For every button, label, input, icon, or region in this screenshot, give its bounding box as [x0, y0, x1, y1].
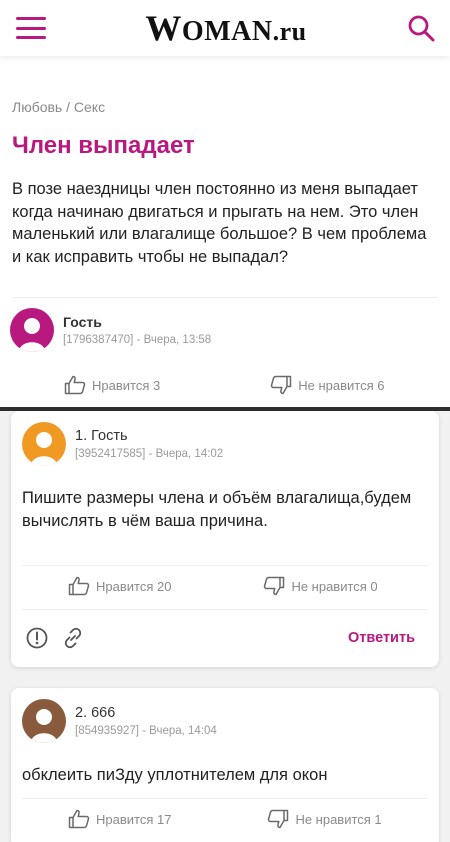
user-silhouette-icon — [22, 699, 66, 743]
divider — [12, 297, 438, 298]
dislike-count: Не нравится 1 — [295, 811, 382, 827]
comment-card: 1. Гость [3952417585] - Вчера, 14:02 Пиш… — [11, 411, 439, 667]
author-name[interactable]: 2. 666 — [75, 705, 217, 721]
thumbs-up-icon — [64, 375, 86, 395]
comment-text: обклеить пиЗду уплотнителем для окон — [22, 766, 328, 784]
link-icon[interactable] — [61, 626, 85, 650]
author-name[interactable]: 1. Гость — [75, 428, 223, 444]
topic-question: В позе наездницы член постоянно из меня … — [12, 180, 427, 266]
comment-text: Пишите размеры члена и объём влагалища,б… — [22, 489, 412, 530]
search-icon[interactable] — [406, 13, 436, 43]
topic-author: Гость [1796387470] - Вчера, 13:58 — [10, 308, 211, 352]
dislike-count: Не нравится 6 — [298, 377, 385, 393]
thumbs-up-icon — [68, 576, 90, 596]
comment-author: 1. Гость [3952417585] - Вчера, 14:02 — [22, 422, 223, 466]
warning-icon[interactable] — [25, 626, 49, 650]
comment-card: 2. 666 [854935927] - Вчера, 14:04 обклеи… — [11, 688, 439, 842]
app-header: WOMAN.ru — [0, 0, 450, 56]
page-title: Член выпадает — [12, 132, 195, 159]
breadcrumb[interactable]: Любовь / Секс — [12, 99, 105, 115]
thumbs-down-icon — [270, 375, 292, 395]
author-meta: [1796387470] - Вчера, 13:58 — [63, 334, 212, 346]
divider — [22, 609, 428, 610]
divider — [22, 798, 428, 799]
comment-votes: Нравится 17 Не нравится 1 — [68, 809, 382, 829]
burger-menu-icon[interactable] — [16, 17, 46, 39]
reply-button[interactable]: Ответить — [348, 630, 415, 646]
author-name[interactable]: Гость — [63, 314, 211, 330]
user-silhouette-icon — [22, 422, 66, 466]
like-button[interactable]: Нравится 17 — [68, 809, 171, 829]
comment-author: 2. 666 [854935927] - Вчера, 14:04 — [22, 699, 217, 743]
thumbs-up-icon — [68, 809, 90, 829]
divider — [22, 565, 428, 566]
dislike-button[interactable]: Не нравится 1 — [267, 809, 382, 829]
like-count: Нравится 20 — [96, 578, 172, 594]
dislike-button[interactable]: Не нравится 0 — [263, 576, 378, 596]
thumbs-down-icon — [268, 809, 289, 829]
thumbs-down-icon — [264, 576, 285, 596]
dislike-button[interactable]: Не нравится 6 — [270, 375, 384, 395]
comment-votes: Нравится 20 Не нравится 0 — [68, 576, 378, 596]
comment-actions — [25, 626, 97, 650]
site-logo[interactable]: WOMAN.ru — [145, 7, 306, 49]
user-silhouette-icon — [10, 308, 54, 352]
like-button[interactable]: Нравится 20 — [68, 576, 171, 596]
dislike-count: Не нравится 0 — [291, 578, 378, 594]
topic-votes: Нравится 3 Не нравится 6 — [64, 375, 384, 395]
like-button[interactable]: Нравится 3 — [64, 375, 160, 395]
author-meta: [854935927] - Вчера, 14:04 — [75, 725, 217, 737]
author-meta: [3952417585] - Вчера, 14:02 — [75, 448, 224, 460]
like-count: Нравится 3 — [92, 377, 161, 393]
like-count: Нравится 17 — [96, 811, 172, 827]
